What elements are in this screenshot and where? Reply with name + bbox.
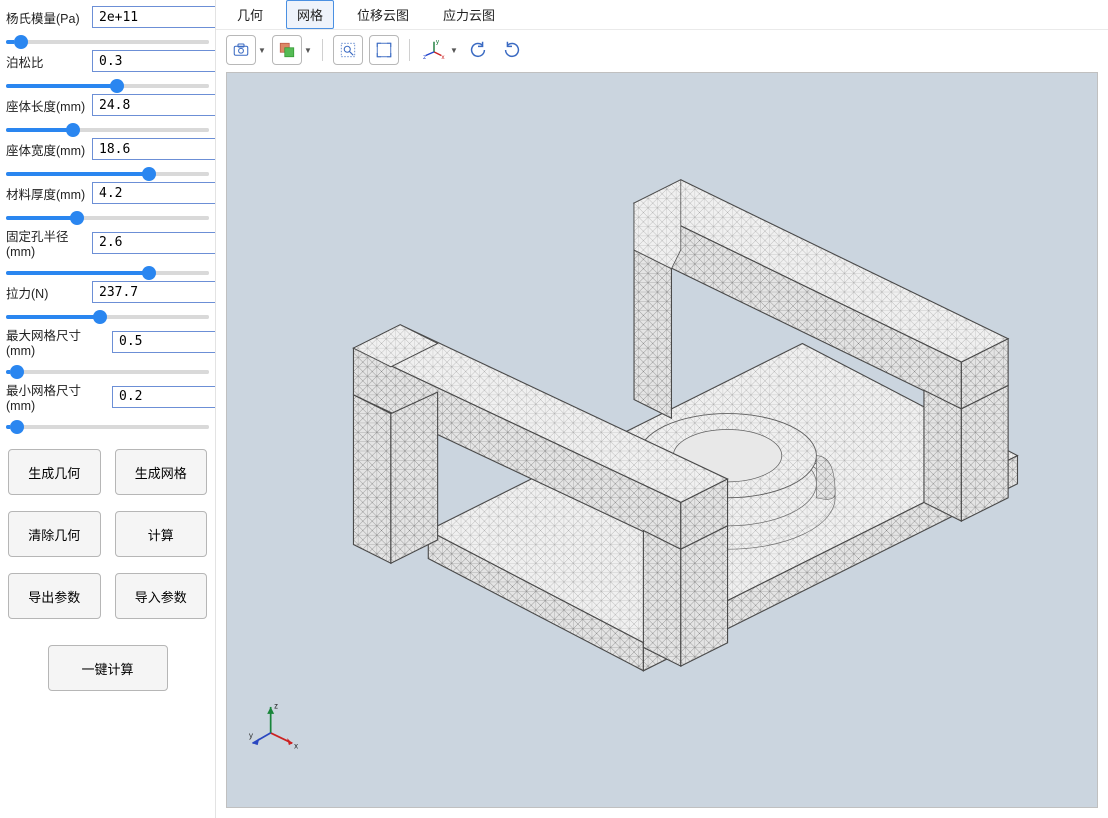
tab-geometry[interactable]: 几何 [226,0,274,29]
param-label: 固定孔半径(mm) [6,226,88,259]
max-mesh-input[interactable] [112,331,216,353]
youngs-modulus-input[interactable] [92,6,216,28]
transparency-icon[interactable] [272,35,302,65]
svg-text:x: x [441,54,445,61]
svg-text:z: z [423,54,426,61]
toolbar-separator [322,39,323,61]
axes-xyz-icon[interactable]: x y z [420,36,448,64]
axis-z-label: z [274,702,278,711]
material-thickness-input[interactable] [92,182,216,204]
hole-radius-slider[interactable] [6,271,209,275]
min-mesh-slider[interactable] [6,425,209,429]
param-hole-radius: 固定孔半径(mm) [6,226,209,271]
param-max-mesh: 最大网格尺寸(mm) [6,325,209,370]
param-label: 泊松比 [6,52,88,71]
youngs-modulus-slider[interactable] [6,40,209,44]
tab-displacement[interactable]: 位移云图 [346,0,420,29]
tension-slider[interactable] [6,315,209,319]
app-root: 杨氏模量(Pa) 泊松比 座体长度(mm) 座体宽度(mm) [0,0,1108,818]
poisson-ratio-input[interactable] [92,50,216,72]
seat-length-slider[interactable] [6,128,209,132]
param-min-mesh: 最小网格尺寸(mm) [6,380,209,425]
svg-text:y: y [436,39,440,46]
tab-mesh[interactable]: 网格 [286,0,334,29]
toolbar-separator [409,39,410,61]
rotate-ccw-icon[interactable] [464,36,492,64]
3d-viewport[interactable]: x z y [226,72,1098,808]
param-label: 座体宽度(mm) [6,140,88,159]
param-label: 杨氏模量(Pa) [6,8,88,27]
zoom-extents-icon[interactable] [369,35,399,65]
compute-button[interactable]: 计算 [115,511,208,557]
param-tension: 拉力(N) [6,281,209,315]
axis-x-label: x [294,742,298,751]
generate-mesh-button[interactable]: 生成网格 [115,449,208,495]
max-mesh-slider[interactable] [6,370,209,374]
chevron-down-icon[interactable]: ▼ [258,46,266,55]
param-label: 拉力(N) [6,283,88,302]
view-tabs: 几何 网格 位移云图 应力云图 [216,0,1108,30]
material-thickness-slider[interactable] [6,216,209,220]
zoom-box-icon[interactable] [333,35,363,65]
hole-radius-input[interactable] [92,232,216,254]
param-label: 座体长度(mm) [6,96,88,115]
import-params-button[interactable]: 导入参数 [115,573,208,619]
seat-length-input[interactable] [92,94,216,116]
param-material-thickness: 材料厚度(mm) [6,182,209,216]
axis-y-label: y [249,731,253,740]
tab-stress[interactable]: 应力云图 [432,0,506,29]
export-params-button[interactable]: 导出参数 [8,573,101,619]
one-click-compute-button[interactable]: 一键计算 [48,645,168,691]
param-seat-length: 座体长度(mm) [6,94,209,128]
param-label: 最大网格尺寸(mm) [6,325,108,358]
action-button-grid: 生成几何 生成网格 清除几何 计算 导出参数 导入参数 一键计算 [6,449,209,691]
generate-geometry-button[interactable]: 生成几何 [8,449,101,495]
rotate-cw-icon[interactable] [498,36,526,64]
param-poisson-ratio: 泊松比 [6,50,209,84]
param-label: 最小网格尺寸(mm) [6,380,108,413]
mesh-render [288,102,1036,763]
chevron-down-icon[interactable]: ▼ [450,46,458,55]
param-seat-width: 座体宽度(mm) [6,138,209,172]
min-mesh-input[interactable] [112,386,216,408]
chevron-down-icon[interactable]: ▼ [304,46,312,55]
clear-geometry-button[interactable]: 清除几何 [8,511,101,557]
seat-width-slider[interactable] [6,172,209,176]
axis-gizmo-icon: x z y [249,700,301,752]
sidebar: 杨氏模量(Pa) 泊松比 座体长度(mm) 座体宽度(mm) [0,0,216,818]
param-label: 材料厚度(mm) [6,184,88,203]
screenshot-icon[interactable] [226,35,256,65]
main-panel: 几何 网格 位移云图 应力云图 ▼ ▼ x [216,0,1108,818]
seat-width-input[interactable] [92,138,216,160]
param-youngs-modulus: 杨氏模量(Pa) [6,6,209,40]
tension-input[interactable] [92,281,216,303]
view-toolbar: ▼ ▼ x y z ▼ [216,30,1108,70]
poisson-ratio-slider[interactable] [6,84,209,88]
